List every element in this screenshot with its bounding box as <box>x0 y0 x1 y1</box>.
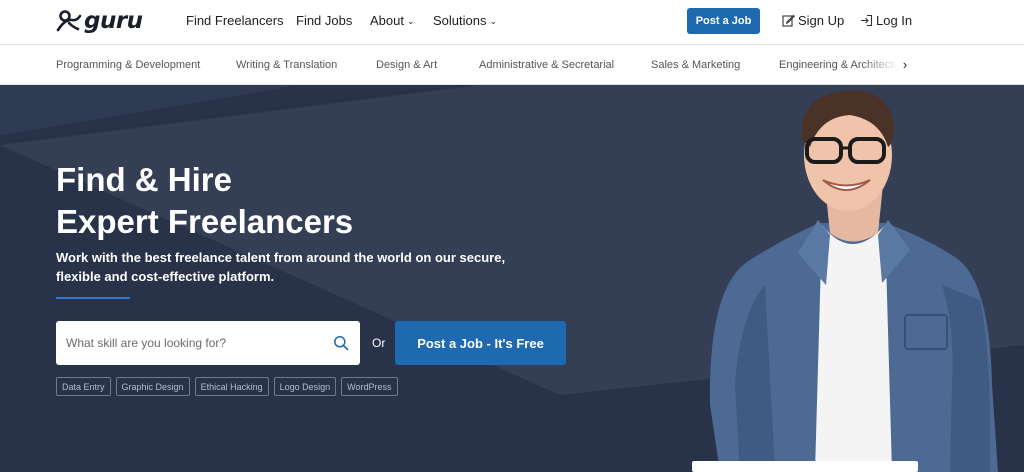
post-job-free-button[interactable]: Post a Job - It's Free <box>395 321 566 365</box>
guru-logo[interactable]: guru <box>56 8 143 34</box>
hero-section: Find & Hire Expert Freelancers Work with… <box>0 85 1024 472</box>
category-writing-translation[interactable]: Writing & Translation <box>236 59 337 71</box>
nav-about-label: About <box>370 13 404 28</box>
category-fade <box>862 45 898 84</box>
nav-solutions-label: Solutions <box>433 13 487 28</box>
hero-title-line-1: Find & Hire <box>56 161 233 198</box>
tag-ethical-hacking[interactable]: Ethical Hacking <box>194 377 269 396</box>
nav-find-freelancers[interactable]: Find Freelancers <box>186 13 284 28</box>
category-administrative-secretarial[interactable]: Administrative & Secretarial <box>479 59 614 71</box>
tag-data-entry[interactable]: Data Entry <box>56 377 111 396</box>
hero-freelancer-image <box>709 90 998 472</box>
sign-up-label: Sign Up <box>798 13 845 28</box>
tag-graphic-design[interactable]: Graphic Design <box>115 377 190 396</box>
top-navigation: guru Find Freelancers Find Jobs About ⌄ S… <box>0 0 1024 45</box>
hero-title: Find & Hire Expert Freelancers <box>56 159 353 243</box>
category-design-art[interactable]: Design & Art <box>376 59 437 71</box>
or-text: Or <box>372 336 386 350</box>
hero-subtitle: Work with the best freelance talent from… <box>56 250 506 284</box>
hero-underline <box>56 297 130 299</box>
skill-search-box <box>56 321 360 365</box>
chevron-down-icon: ⌄ <box>406 16 415 26</box>
nav-solutions[interactable]: Solutions ⌄ <box>433 13 497 28</box>
category-sales-marketing[interactable]: Sales & Marketing <box>651 59 740 71</box>
edit-icon <box>782 14 795 27</box>
logo-text: guru <box>84 8 143 34</box>
category-programming-development[interactable]: Programming & Development <box>56 59 200 71</box>
nav-about[interactable]: About ⌄ <box>370 13 415 28</box>
chevron-down-icon: ⌄ <box>489 16 498 26</box>
sign-up-link[interactable]: Sign Up <box>782 13 844 28</box>
hero-title-line-2: Expert Freelancers <box>56 203 354 240</box>
log-in-link[interactable]: Log In <box>860 13 912 28</box>
post-job-button[interactable]: Post a Job <box>687 8 760 34</box>
category-bar: Programming & Development Writing & Tran… <box>0 45 1024 85</box>
search-icon[interactable] <box>333 335 349 351</box>
card-peek <box>692 461 918 472</box>
tag-wordpress[interactable]: WordPress <box>341 377 398 396</box>
tag-logo-design[interactable]: Logo Design <box>273 377 337 396</box>
popular-skill-tags: Data Entry Graphic Design Ethical Hackin… <box>56 377 398 396</box>
skill-search-input[interactable] <box>66 336 316 350</box>
log-in-label: Log In <box>876 13 913 28</box>
chevron-right-icon[interactable]: › <box>897 57 913 73</box>
login-icon <box>861 14 873 27</box>
guru-logo-icon <box>56 10 82 32</box>
nav-find-jobs[interactable]: Find Jobs <box>296 13 352 28</box>
